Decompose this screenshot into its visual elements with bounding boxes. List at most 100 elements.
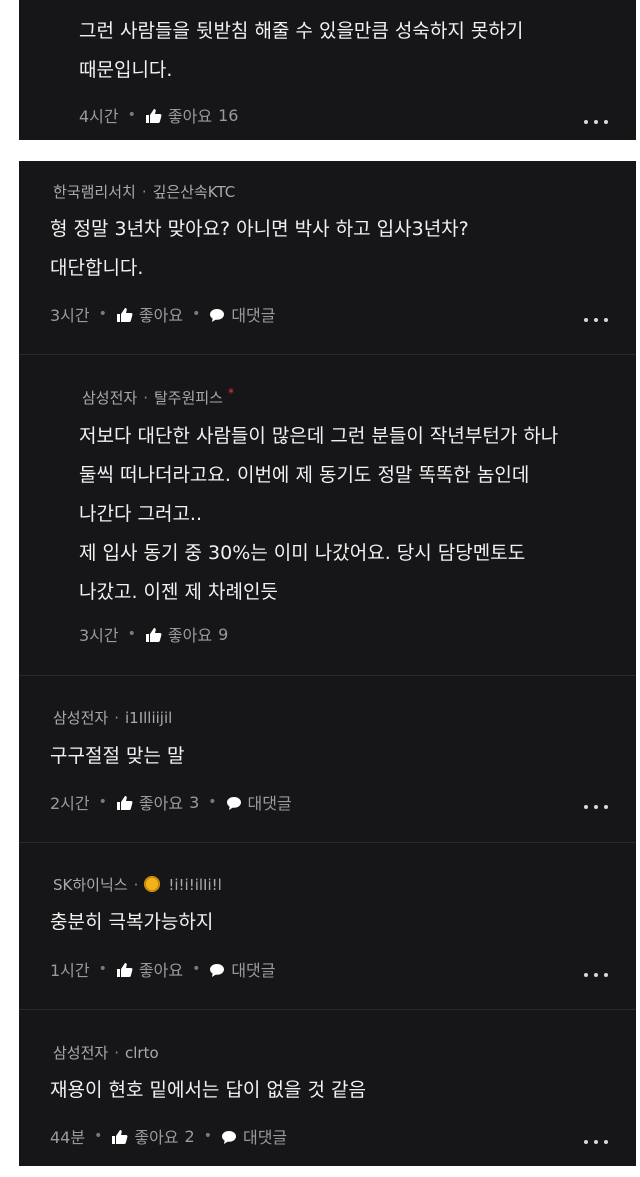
like-label: 좋아요: [138, 794, 184, 813]
author-company[interactable]: 삼성전자: [53, 709, 108, 727]
like-count: 9: [218, 624, 229, 644]
like-button[interactable]: 좋아요 3: [116, 790, 199, 814]
comment-time: 3시간: [50, 306, 90, 325]
comment-line: 제 입사 동기 중 30%는 이미 나갔어요. 당시 담당멘토도: [79, 542, 526, 564]
comment-line: 때문입니다.: [79, 59, 173, 81]
author-badge: *: [228, 386, 234, 400]
comment-divider: [19, 675, 636, 676]
like-button[interactable]: 좋아요: [116, 302, 183, 326]
author-company[interactable]: 한국램리서치: [53, 183, 136, 201]
comment-line: 구구절절 맞는 말: [50, 745, 185, 767]
meta-separator: •: [208, 794, 217, 810]
comment-line: 저보다 대단한 사람들이 많은데 그런 분들이 작년부턴가 하나: [79, 425, 559, 447]
comment-card-main: 한국램리서치 · 깊은산속KTC 형 정말 3년차 맞아요? 아니면 박사 하고 입…: [19, 161, 636, 1166]
speech-bubble-icon: [210, 963, 225, 977]
comment-line: 둘씩 떠나더라고요. 이번에 제 동기도 정말 똑똑한 놈인데: [79, 464, 530, 486]
more-dots-icon[interactable]: [584, 118, 608, 126]
more-dots-icon[interactable]: [584, 316, 608, 324]
more-dots-icon[interactable]: [584, 803, 608, 811]
comment-body: 형 정말 3년차 맞아요? 아니면 박사 하고 입사3년차? 대단합니다.: [50, 210, 469, 288]
author-separator: ·: [143, 389, 148, 407]
sunflower-emoji-icon: [144, 876, 161, 892]
meta-separator: •: [192, 961, 201, 977]
comment-meta: 44분 • 좋아요 2 • 대댓글: [50, 1124, 287, 1148]
like-button[interactable]: 좋아요 16: [145, 103, 238, 127]
comment-line: 나갔고. 이젠 제 차례인듯: [79, 581, 278, 603]
comment-line: 그런 사람들을 뒷받침 해줄 수 있을만큼 성숙하지 못하기: [79, 20, 524, 42]
comment-line: 재용이 현호 밑에서는 답이 없을 것 같음: [50, 1079, 366, 1101]
reply-label: 대댓글: [231, 306, 276, 325]
thumbs-up-icon: [145, 628, 162, 642]
author-company[interactable]: SK하이닉스: [53, 876, 128, 894]
comment-divider: [19, 842, 636, 843]
meta-separator: •: [98, 306, 107, 322]
comment-divider: [19, 1009, 636, 1010]
comment-body: 충분히 극복가능하지: [50, 903, 213, 942]
thumbs-up-icon: [116, 308, 133, 322]
author-company[interactable]: 삼성전자: [82, 389, 137, 407]
comment-meta: 2시간 • 좋아요 3 • 대댓글: [50, 790, 292, 814]
comment-author: 한국램리서치 · 깊은산속KTC: [53, 181, 235, 202]
meta-separator: •: [98, 961, 107, 977]
comment-body: 구구절절 맞는 말: [50, 737, 184, 776]
author-nickname[interactable]: clrto: [125, 1044, 159, 1062]
speech-bubble-icon: [210, 308, 225, 322]
comment-meta: 4시간 • 좋아요 16: [79, 103, 238, 127]
reply-label: 대댓글: [242, 1128, 288, 1147]
more-dots-icon[interactable]: [584, 971, 608, 979]
like-button[interactable]: 좋아요: [116, 957, 183, 981]
comment-author: SK하이닉스 · !i!i!ilIi!l: [53, 874, 222, 895]
like-button[interactable]: 좋아요 2: [111, 1124, 195, 1148]
like-button[interactable]: 좋아요 9: [145, 622, 228, 646]
author-nickname[interactable]: 깊은산속KTC: [153, 183, 236, 201]
author-nickname[interactable]: 탈주원피스: [154, 389, 223, 407]
comment-body: 재용이 현호 밑에서는 답이 없을 것 같음: [50, 1071, 366, 1110]
comment-line: 형 정말 3년차 맞아요? 아니면 박사 하고 입사3년차?: [50, 218, 469, 240]
author-nickname[interactable]: !i!i!ilIi!l: [168, 876, 221, 894]
comment-body: 그런 사람들을 뒷받침 해줄 수 있을만큼 성숙하지 못하기 때문입니다.: [79, 12, 523, 90]
reply-button[interactable]: 대댓글: [209, 957, 276, 981]
comment-body: 저보다 대단한 사람들이 많은데 그런 분들이 작년부턴가 하나 둘씩 떠나더라…: [79, 417, 558, 612]
more-dots-icon[interactable]: [584, 1138, 608, 1146]
thumbs-up-icon: [116, 796, 133, 810]
like-label: 좋아요: [134, 1128, 179, 1147]
meta-separator: •: [94, 1128, 103, 1144]
like-count: 3: [189, 792, 200, 812]
like-label: 좋아요: [138, 961, 184, 980]
reply-label: 대댓글: [247, 794, 292, 813]
comment-author: 삼성전자 · 탈주원피스 *: [82, 386, 234, 408]
reply-label: 대댓글: [231, 961, 276, 980]
like-label: 좋아요: [167, 107, 213, 126]
comment-divider: [19, 354, 636, 355]
author-nickname[interactable]: i1Illiijil: [125, 709, 172, 727]
comment-author: 삼성전자 · i1Illiijil: [53, 707, 172, 728]
comment-meta: 1시간 • 좋아요 • 대댓글: [50, 957, 276, 981]
comment-time: 3시간: [79, 626, 119, 645]
thumbs-up-icon: [116, 963, 133, 977]
reply-button[interactable]: 대댓글: [226, 790, 292, 814]
author-company[interactable]: 삼성전자: [53, 1044, 108, 1062]
thumbs-up-icon: [145, 109, 162, 123]
comment-line: 나간다 그러고..: [79, 503, 202, 525]
comment-time: 44분: [50, 1128, 86, 1147]
reply-button[interactable]: 대댓글: [221, 1124, 287, 1148]
thumbs-up-icon: [112, 1130, 128, 1144]
comment-line: 대단합니다.: [50, 257, 144, 279]
like-label: 좋아요: [167, 626, 213, 645]
comment-meta: 3시간 • 좋아요 • 대댓글: [50, 302, 276, 326]
meta-separator: •: [127, 626, 136, 642]
author-separator: ·: [114, 709, 119, 727]
author-separator: ·: [114, 1044, 119, 1062]
reply-button[interactable]: 대댓글: [209, 302, 276, 326]
speech-bubble-icon: [226, 796, 241, 810]
like-count: 2: [184, 1126, 195, 1146]
comment-line: 충분히 극복가능하지: [50, 911, 214, 933]
meta-separator: •: [98, 794, 107, 810]
comment-meta: 3시간 • 좋아요 9: [79, 622, 228, 646]
comment-card-top: 그런 사람들을 뒷받침 해줄 수 있을만큼 성숙하지 못하기 때문입니다. 4시…: [19, 0, 636, 140]
comment-time: 4시간: [79, 107, 119, 126]
author-separator: ·: [133, 876, 139, 894]
meta-separator: •: [203, 1128, 212, 1144]
comment-time: 2시간: [50, 794, 90, 813]
speech-bubble-icon: [221, 1130, 236, 1144]
